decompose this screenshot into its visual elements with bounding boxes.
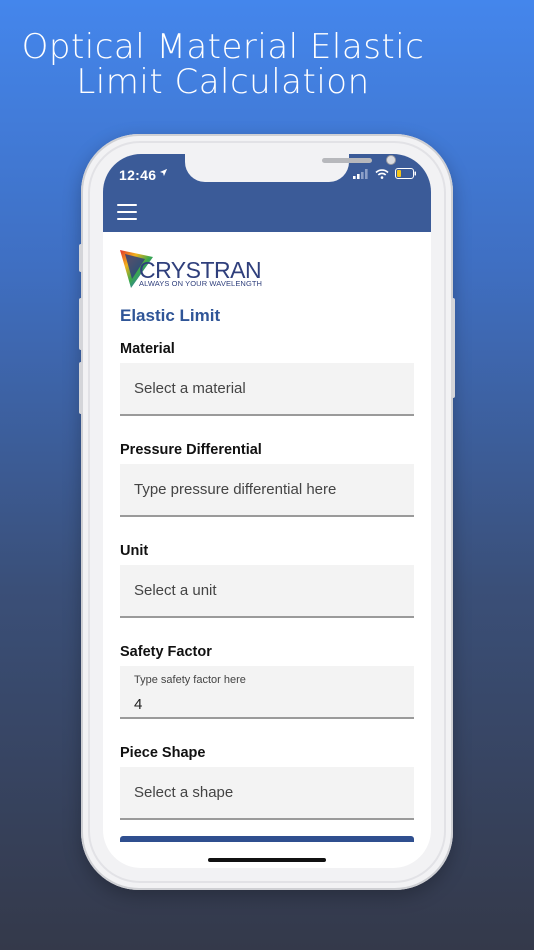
material-label: Material xyxy=(120,341,175,357)
unit-placeholder: Select a unit xyxy=(134,582,217,599)
earpiece-speaker xyxy=(322,158,372,163)
wifi-icon xyxy=(375,168,389,179)
form-title: Elastic Limit xyxy=(120,306,221,325)
piece-shape-placeholder: Select a shape xyxy=(134,784,234,801)
phone-silent-switch xyxy=(79,244,83,272)
phone-screen: 12:46 CRYSTRAN ALWAYS ON YOUR WAVELENGTH… xyxy=(103,154,431,868)
home-indicator[interactable] xyxy=(208,858,326,862)
safety-factor-input[interactable]: Type safety factor here 4 xyxy=(120,666,414,719)
unit-select[interactable]: Select a unit xyxy=(120,565,414,618)
promo-headline: Optical Material Elastic Limit Calculati… xyxy=(0,30,446,100)
safety-factor-label: Safety Factor xyxy=(120,644,212,660)
promo-headline-line-1: Optical Material Elastic xyxy=(21,27,425,67)
pressure-differential-placeholder: Type pressure differential here xyxy=(134,481,337,498)
hamburger-menu-icon[interactable] xyxy=(117,204,137,220)
phone-notch xyxy=(185,154,396,182)
piece-shape-select[interactable]: Select a shape xyxy=(120,767,414,820)
safety-factor-value: 4 xyxy=(134,696,143,713)
phone-volume-down-button xyxy=(79,362,83,414)
logo-tagline: ALWAYS ON YOUR WAVELENGTH xyxy=(139,279,263,288)
status-time: 12:46 xyxy=(119,167,157,183)
pressure-differential-input[interactable]: Type pressure differential here xyxy=(120,464,414,517)
status-icons xyxy=(353,168,417,179)
material-placeholder: Select a material xyxy=(134,380,246,397)
battery-icon xyxy=(395,168,416,179)
phone-volume-up-button xyxy=(79,298,83,350)
promo-headline-line-2: Limit Calculation xyxy=(76,62,370,102)
unit-label: Unit xyxy=(120,543,149,559)
material-select[interactable]: Select a material xyxy=(120,363,414,416)
pressure-differential-label: Pressure Differential xyxy=(120,442,262,458)
calculate-button[interactable] xyxy=(120,836,414,842)
location-arrow-icon xyxy=(159,168,168,177)
piece-shape-label: Piece Shape xyxy=(120,745,206,761)
crystran-logo: CRYSTRAN ALWAYS ON YOUR WAVELENGTH xyxy=(119,248,269,292)
phone-power-button xyxy=(451,298,455,398)
cellular-signal-icon xyxy=(353,168,368,179)
front-camera xyxy=(386,155,396,165)
safety-factor-floating-label: Type safety factor here xyxy=(134,674,246,686)
